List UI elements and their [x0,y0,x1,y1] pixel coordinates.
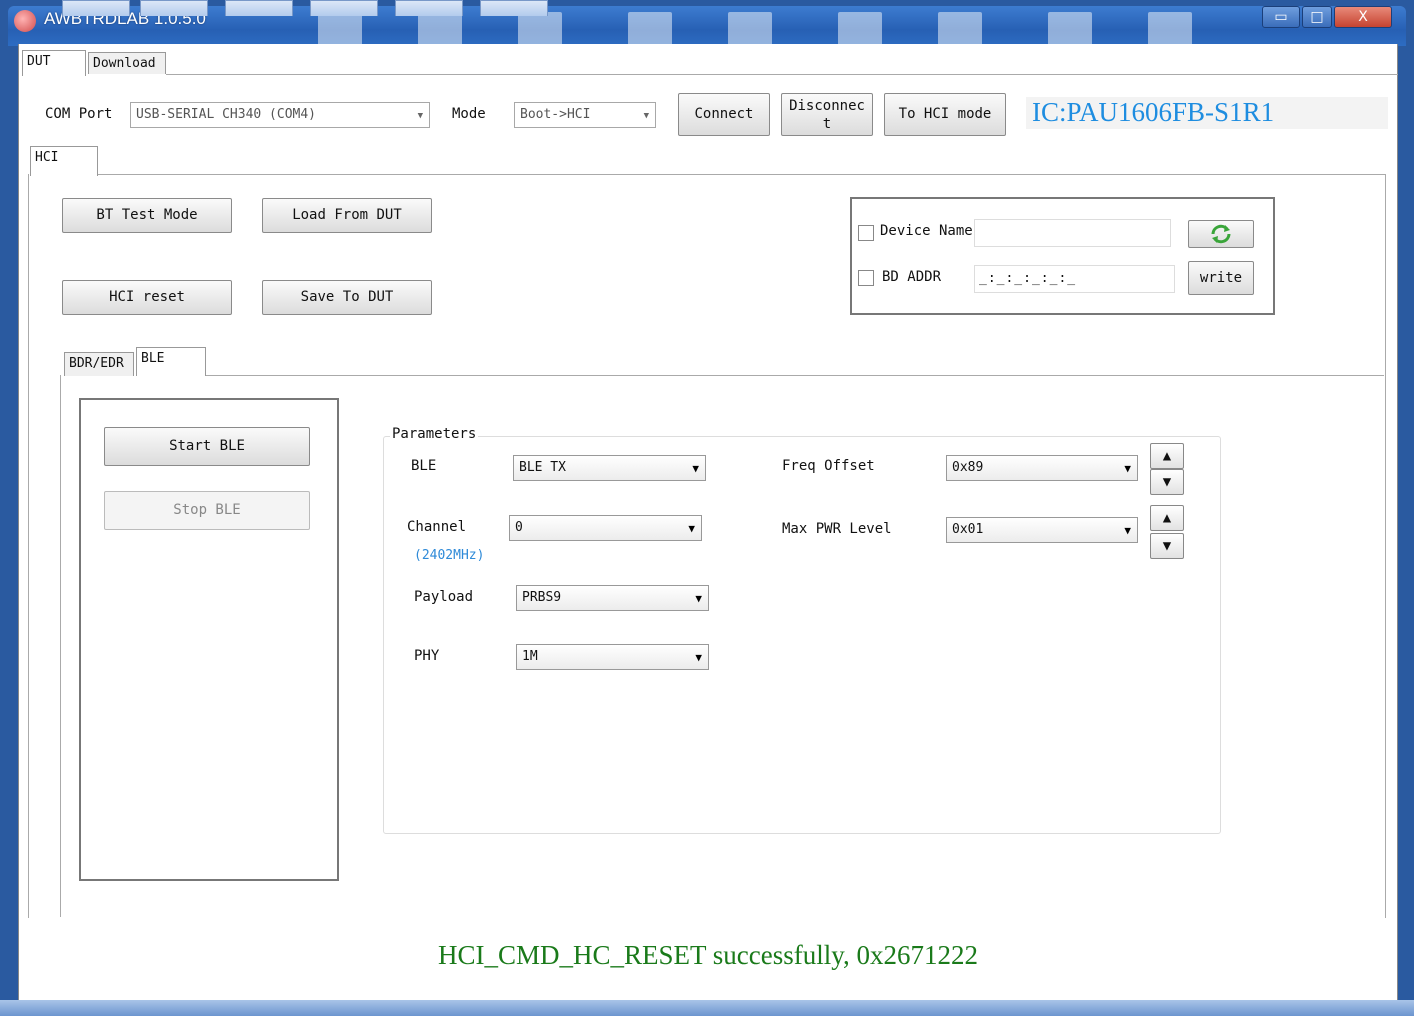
device-name-checkbox[interactable] [858,225,874,241]
write-button[interactable]: write [1188,261,1254,295]
disconnect-button[interactable]: Disconnect [781,93,873,136]
taskbar-item[interactable] [62,0,130,16]
freq-offset-down-button[interactable]: ▼ [1150,469,1184,495]
freq-offset-select[interactable]: 0x89 ▼ [946,455,1138,481]
chevron-down-icon: ▼ [643,111,649,121]
background-decoration [728,12,772,46]
start-ble-button[interactable]: Start BLE [104,427,310,466]
ic-label-box: IC:PAU1606FB-S1R1 [1026,97,1388,129]
max-pwr-value: 0x01 [952,522,984,537]
background-decoration [838,12,882,46]
freq-offset-up-button[interactable]: ▲ [1150,443,1184,469]
chevron-down-icon: ▼ [417,111,423,121]
tab-hci[interactable]: HCI [30,146,98,176]
com-port-select[interactable]: USB-SERIAL CH340 (COM4) ▼ [130,102,430,128]
background-decoration [1148,12,1192,46]
status-message: HCI_CMD_HC_RESET successfully, 0x2671222 [438,940,978,970]
tab-ble[interactable]: BLE [136,347,206,376]
freq-offset-value: 0x89 [952,460,984,475]
tab-dut[interactable]: DUT [22,50,86,76]
sub-tab-divider [206,375,1384,376]
chevron-down-icon: ▼ [695,651,702,664]
max-pwr-up-button[interactable]: ▲ [1150,505,1184,531]
ble-mode-label: BLE [411,458,437,474]
channel-select[interactable]: 0 ▼ [509,515,702,541]
minimize-button[interactable]: ▭ [1262,6,1300,28]
hci-tab-divider [98,174,1386,175]
arrow-up-icon: ▲ [1162,510,1172,526]
connect-button[interactable]: Connect [678,93,770,136]
background-decoration [418,12,462,46]
chevron-down-icon: ▼ [692,462,699,475]
com-port-label: COM Port [45,106,113,122]
taskbar [0,1000,1414,1016]
taskbar-item[interactable] [480,0,548,16]
background-decoration [1048,12,1092,46]
refresh-button[interactable] [1188,220,1254,248]
channel-label: Channel [407,519,467,535]
to-hci-mode-button[interactable]: To HCI mode [884,93,1006,136]
hci-panel-border [28,174,29,918]
load-from-dut-button[interactable]: Load From DUT [262,198,432,233]
arrow-down-icon: ▼ [1162,538,1172,554]
taskbar-item[interactable] [225,0,293,16]
title-bar [8,6,1406,46]
bd-addr-input[interactable]: _:_:_:_:_:_ [974,265,1175,293]
bd-addr-label: BD ADDR [882,269,942,285]
background-decoration [628,12,672,46]
ble-mode-value: BLE TX [519,460,566,475]
background-decoration [318,12,362,46]
payload-label: Payload [414,589,474,605]
tab-bdr-edr[interactable]: BDR/EDR [64,352,134,376]
tab-download[interactable]: Download [88,52,166,74]
chevron-down-icon: ▼ [695,592,702,605]
ic-label: IC:PAU1606FB-S1R1 [1032,97,1275,127]
mode-value: Boot->HCI [520,107,591,122]
chevron-down-icon: ▼ [1124,524,1131,537]
refresh-icon [1211,224,1231,244]
background-decoration [938,12,982,46]
ble-mode-select[interactable]: BLE TX ▼ [513,455,706,481]
bt-test-mode-button[interactable]: BT Test Mode [62,198,232,233]
app-icon [14,10,36,32]
device-name-label: Device Name [880,223,973,239]
freq-offset-label: Freq Offset [782,458,875,474]
phy-select[interactable]: 1M ▼ [516,644,709,670]
save-to-dut-button[interactable]: Save To DUT [262,280,432,315]
phy-value: 1M [522,649,538,664]
maximize-button[interactable]: □ [1302,6,1332,28]
tab-divider [166,74,1398,75]
mode-select[interactable]: Boot->HCI ▼ [514,102,656,128]
device-name-input[interactable] [974,219,1171,247]
channel-frequency: (2402MHz) [414,548,485,563]
com-port-value: USB-SERIAL CH340 (COM4) [136,107,317,122]
payload-value: PRBS9 [522,590,562,605]
taskbar-item[interactable] [310,0,378,16]
taskbar-item[interactable] [140,0,208,16]
phy-label: PHY [414,648,440,664]
max-pwr-down-button[interactable]: ▼ [1150,533,1184,559]
arrow-up-icon: ▲ [1162,448,1172,464]
parameters-group-label: Parameters [390,426,479,442]
taskbar-item[interactable] [395,0,463,16]
max-pwr-select[interactable]: 0x01 ▼ [946,517,1138,543]
max-pwr-label: Max PWR Level [782,521,892,537]
background-decoration [518,12,562,46]
close-button[interactable]: X [1334,6,1392,28]
bd-addr-checkbox[interactable] [858,270,874,286]
stop-ble-button[interactable]: Stop BLE [104,491,310,530]
parameters-group [383,436,1221,834]
ble-control-panel [79,398,339,881]
hci-reset-button[interactable]: HCI reset [62,280,232,315]
arrow-down-icon: ▼ [1162,474,1172,490]
hci-panel-border [1385,174,1386,918]
chevron-down-icon: ▼ [1124,462,1131,475]
mode-label: Mode [452,106,486,122]
chevron-down-icon: ▼ [688,522,695,535]
payload-select[interactable]: PRBS9 ▼ [516,585,709,611]
channel-value: 0 [515,520,523,535]
device-panel [850,197,1275,315]
ble-panel-border [60,375,61,917]
